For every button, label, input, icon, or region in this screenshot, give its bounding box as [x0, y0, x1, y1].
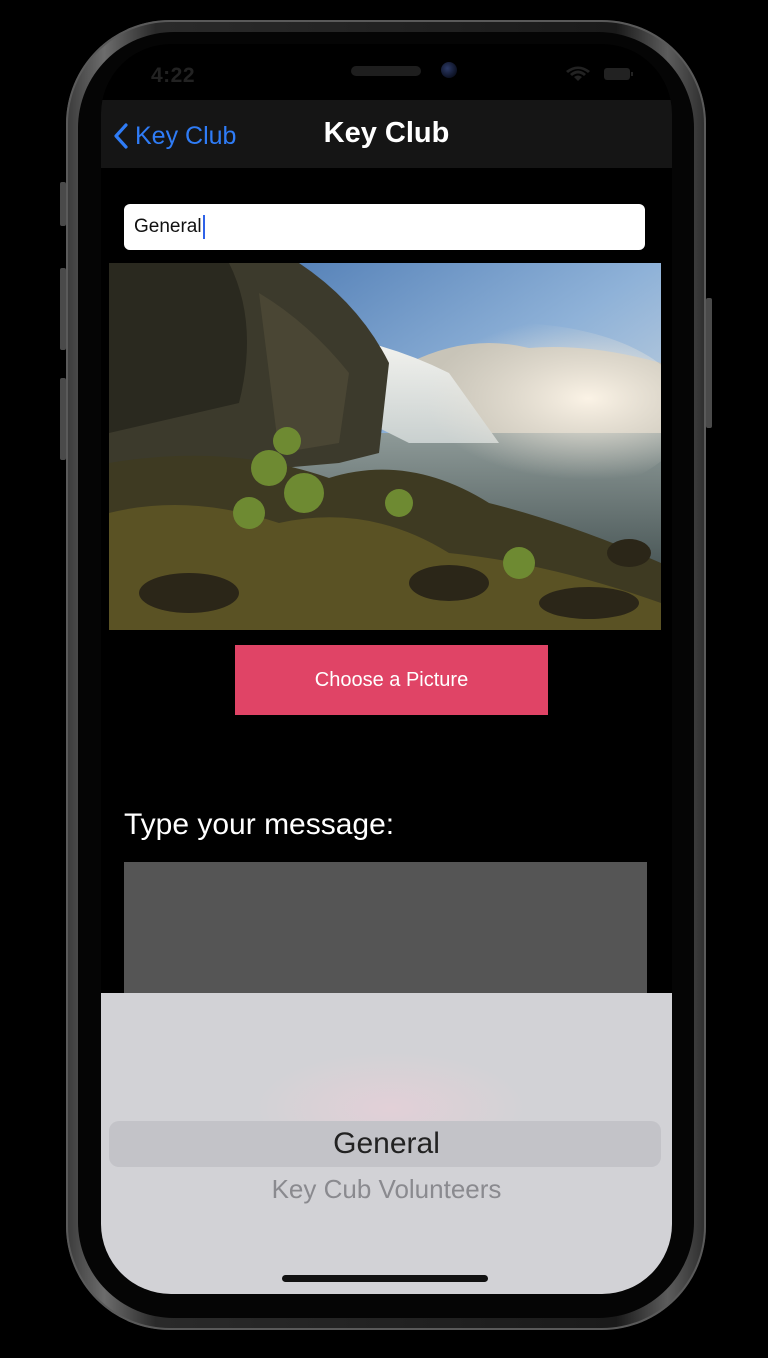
side-button-volume-up: [60, 268, 66, 350]
status-time: 4:22: [151, 64, 196, 87]
hero-image: [109, 263, 661, 630]
topic-picker[interactable]: General Key Cub Volunteers: [101, 993, 672, 1294]
message-label: Type your message:: [124, 808, 395, 841]
topic-text-field[interactable]: General: [124, 204, 645, 250]
picker-option-selected[interactable]: General: [101, 1127, 672, 1161]
text-cursor: [202, 215, 205, 239]
front-camera: [441, 62, 457, 78]
speaker-grille: [351, 66, 421, 76]
notch: [241, 44, 533, 100]
side-button-volume-down: [60, 378, 66, 460]
picker-option[interactable]: Key Cub Volunteers: [101, 1174, 672, 1205]
home-indicator: [282, 1275, 488, 1282]
topic-field-value: General: [134, 216, 202, 237]
phone-screen: 4:22 Key Club Key Club General Choose a …: [101, 44, 672, 1294]
page-title: Key Club: [323, 117, 450, 149]
navigation-bar: Key Club Key Club: [101, 100, 672, 168]
status-icons: [566, 66, 633, 81]
wifi-icon: [566, 66, 590, 81]
choose-picture-button[interactable]: Choose a Picture: [235, 645, 548, 715]
side-button-silent: [60, 182, 66, 226]
battery-icon: [604, 68, 630, 80]
message-text-area[interactable]: [124, 862, 647, 1002]
side-button-power: [706, 298, 712, 428]
